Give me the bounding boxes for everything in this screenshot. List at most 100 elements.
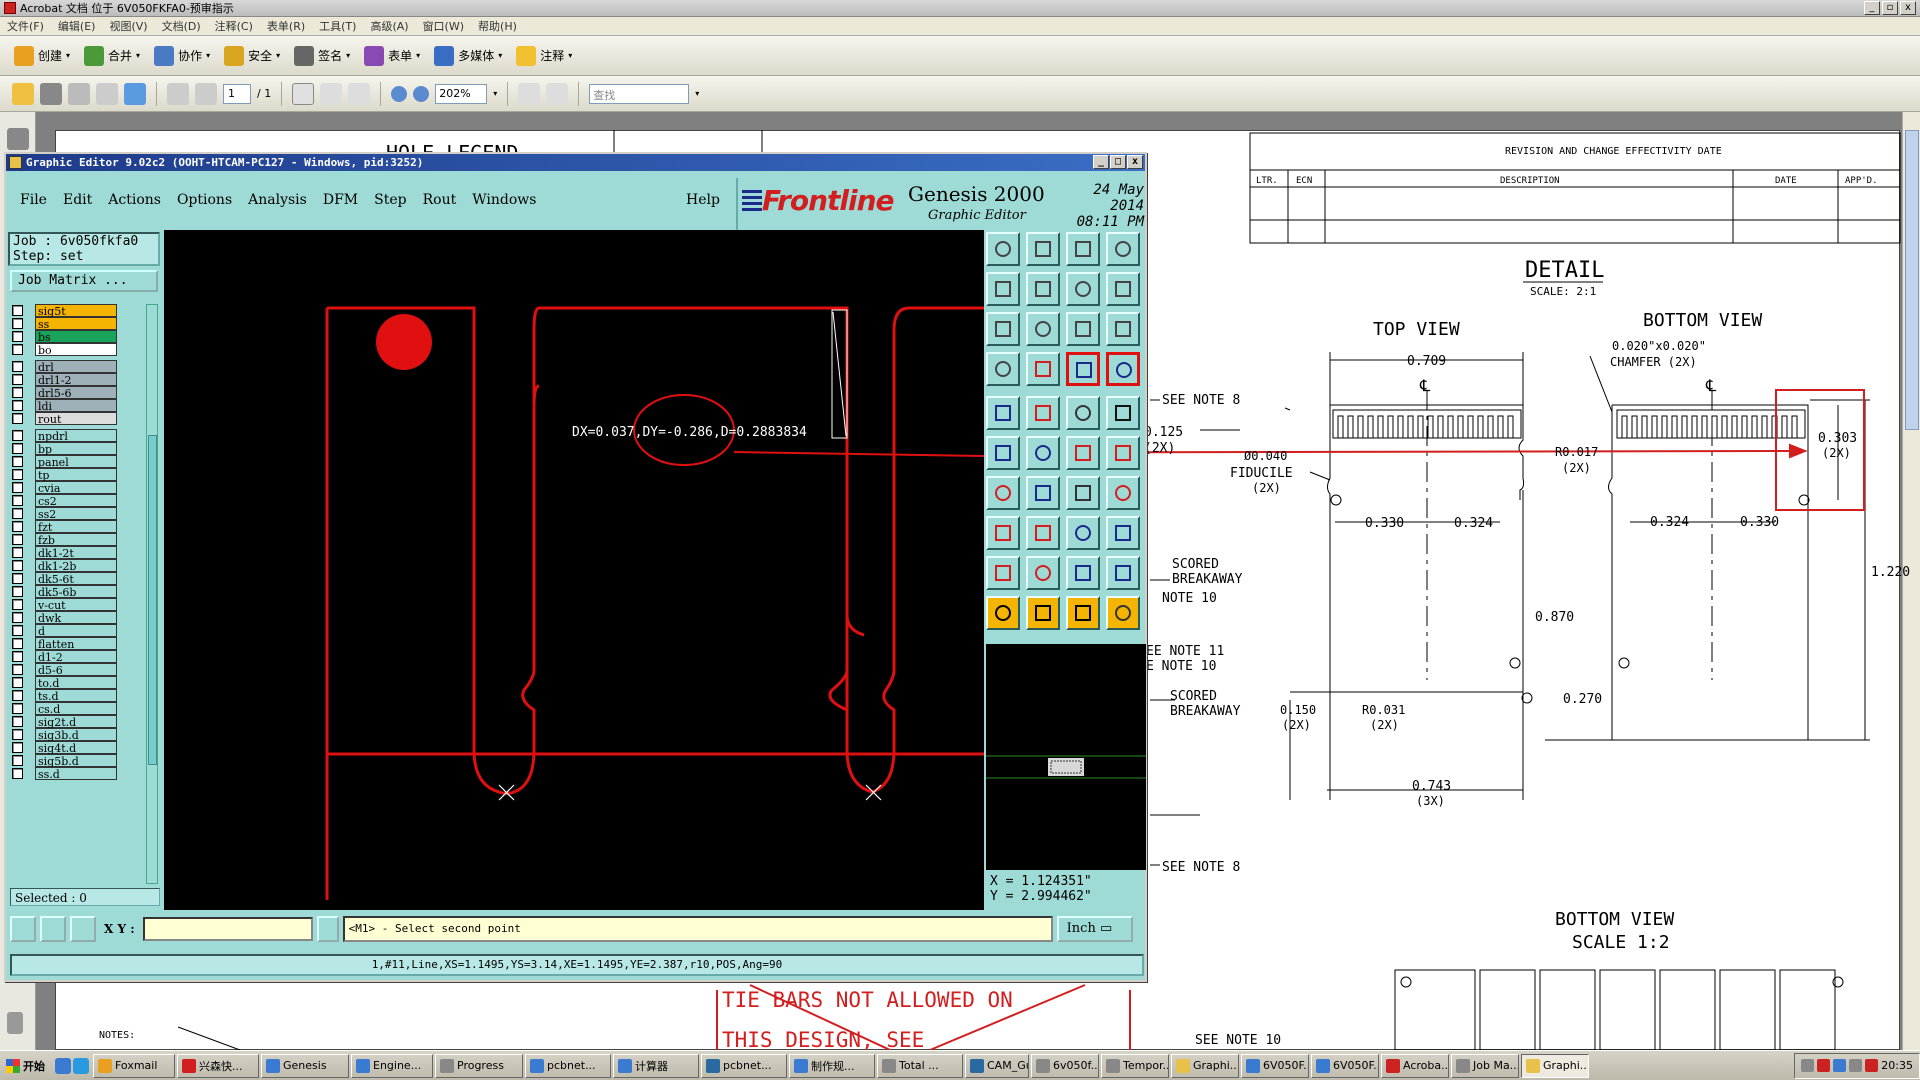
layer-row[interactable]: ts.d	[12, 689, 117, 703]
snap-mode-icon[interactable]	[10, 916, 36, 942]
taskbar-item[interactable]: Job Ma...	[1451, 1053, 1519, 1078]
grid-mode-icon[interactable]	[70, 916, 96, 942]
layer-checkbox[interactable]	[12, 716, 23, 727]
layer-row[interactable]: panel	[12, 455, 117, 469]
layer-name[interactable]: v-cut	[35, 598, 117, 612]
tool-button[interactable]	[986, 596, 1020, 630]
ie-icon[interactable]	[73, 1057, 89, 1074]
layer-row[interactable]: drl1-2	[12, 373, 117, 387]
layer-name[interactable]: npdrl	[35, 429, 117, 443]
layer-name[interactable]: fzt	[35, 520, 117, 534]
gmenu-dfm[interactable]: DFM	[315, 192, 366, 208]
tool-button[interactable]	[1066, 312, 1100, 346]
tool-button[interactable]	[1106, 516, 1140, 550]
tool-button[interactable]	[1066, 516, 1100, 550]
info-icon[interactable]	[316, 916, 339, 942]
layer-name[interactable]: dk5-6t	[35, 572, 117, 586]
gmenu-step[interactable]: Step	[366, 192, 414, 208]
layer-checkbox[interactable]	[12, 742, 23, 753]
tool-button[interactable]	[1066, 232, 1100, 266]
layer-name[interactable]: sig4t.d	[35, 741, 117, 755]
layer-row[interactable]: rout	[12, 412, 117, 426]
layer-row[interactable]: dwk	[12, 611, 117, 625]
overview-window[interactable]	[986, 644, 1146, 870]
taskbar-item[interactable]: 6V050F...	[1311, 1053, 1379, 1078]
tool-button[interactable]	[986, 516, 1020, 550]
layer-name[interactable]: d	[35, 624, 117, 638]
keyboard-icon[interactable]	[1801, 1059, 1815, 1072]
acrobat-tray-icon[interactable]	[1817, 1059, 1831, 1072]
volume-icon[interactable]	[1849, 1059, 1863, 1072]
layer-row[interactable]: bp	[12, 442, 117, 456]
layer-name[interactable]: sig2t.d	[35, 715, 117, 729]
layer-checkbox[interactable]	[12, 586, 23, 597]
layer-row[interactable]: v-cut	[12, 598, 117, 612]
layer-checkbox[interactable]	[12, 413, 23, 424]
tool-button[interactable]	[1106, 396, 1140, 430]
tool-button[interactable]	[1026, 596, 1060, 630]
layer-row[interactable]: dk5-6b	[12, 585, 117, 599]
taskbar-item[interactable]: pcbnet...	[525, 1053, 611, 1078]
layer-name[interactable]: drl5-6	[35, 386, 117, 400]
tool-button[interactable]	[1106, 272, 1140, 306]
tool-button[interactable]	[986, 352, 1020, 386]
tool-button[interactable]	[1066, 272, 1100, 306]
layer-name[interactable]: cs2	[35, 494, 117, 508]
layer-checkbox[interactable]	[12, 625, 23, 636]
layer-name[interactable]: fzb	[35, 533, 117, 547]
genesis-title-bar[interactable]: Graphic Editor 9.02c2 (OOHT-HTCAM-PC127 …	[6, 154, 1145, 171]
tool-button[interactable]	[986, 476, 1020, 510]
layer-name[interactable]: to.d	[35, 676, 117, 690]
layer-row[interactable]: sig5t	[12, 304, 117, 318]
layer-checkbox[interactable]	[12, 430, 23, 441]
tool-button[interactable]	[1026, 272, 1060, 306]
angle-mode-icon[interactable]	[40, 916, 66, 942]
layer-name[interactable]: panel	[35, 455, 117, 469]
tool-button[interactable]	[1106, 312, 1140, 346]
layer-checkbox[interactable]	[12, 573, 23, 584]
layer-checkbox[interactable]	[12, 677, 23, 688]
layer-checkbox[interactable]	[12, 703, 23, 714]
layer-row[interactable]: fzb	[12, 533, 117, 547]
tool-button[interactable]	[1026, 476, 1060, 510]
layer-checkbox[interactable]	[12, 729, 23, 740]
layer-checkbox[interactable]	[12, 521, 23, 532]
layer-row[interactable]: sig4t.d	[12, 741, 117, 755]
layer-row[interactable]: dk1-2b	[12, 559, 117, 573]
layer-name[interactable]: ts.d	[35, 689, 117, 703]
layer-row[interactable]: bs	[12, 330, 117, 344]
taskbar-item[interactable]: Graphi...	[1171, 1053, 1239, 1078]
layer-row[interactable]: dk5-6t	[12, 572, 117, 586]
graphic-canvas[interactable]: DX=0.037,DY=-0.286,D=0.2883834	[164, 230, 984, 910]
tool-button[interactable]	[1026, 312, 1060, 346]
layer-name[interactable]: d5-6	[35, 663, 117, 677]
layer-row[interactable]: flatten	[12, 637, 117, 651]
taskbar-item[interactable]: Foxmail	[93, 1053, 175, 1078]
taskbar-item[interactable]: pcbnet...	[701, 1053, 787, 1078]
layer-name[interactable]: ldi	[35, 399, 117, 413]
genesis-maximize-button[interactable]: □	[1110, 155, 1126, 169]
taskbar-item[interactable]: 6v050f...	[1031, 1053, 1099, 1078]
layer-checkbox[interactable]	[12, 599, 23, 610]
layer-row[interactable]: drl	[12, 360, 117, 374]
tool-button[interactable]	[1026, 516, 1060, 550]
layer-checkbox[interactable]	[12, 374, 23, 385]
layer-row[interactable]: ss	[12, 317, 117, 331]
tool-button[interactable]	[986, 556, 1020, 590]
layer-checkbox[interactable]	[12, 495, 23, 506]
gmenu-help[interactable]: Help	[686, 192, 720, 208]
layer-name[interactable]: drl1-2	[35, 373, 117, 387]
gmenu-analysis[interactable]: Analysis	[240, 192, 315, 208]
layer-checkbox[interactable]	[12, 344, 23, 355]
layer-checkbox[interactable]	[12, 690, 23, 701]
taskbar-item[interactable]: CAM_Gu...	[965, 1053, 1029, 1078]
layer-name[interactable]: sig5t	[35, 304, 117, 318]
tool-button[interactable]	[1106, 352, 1140, 386]
layer-checkbox[interactable]	[12, 755, 23, 766]
layer-row[interactable]: to.d	[12, 676, 117, 690]
unit-select[interactable]: Inch ▭	[1056, 916, 1133, 942]
taskbar-item[interactable]: 制作规...	[789, 1053, 875, 1078]
layer-name[interactable]: sig5b.d	[35, 754, 117, 768]
start-button[interactable]: 开始	[0, 1053, 51, 1079]
tool-button[interactable]	[986, 272, 1020, 306]
